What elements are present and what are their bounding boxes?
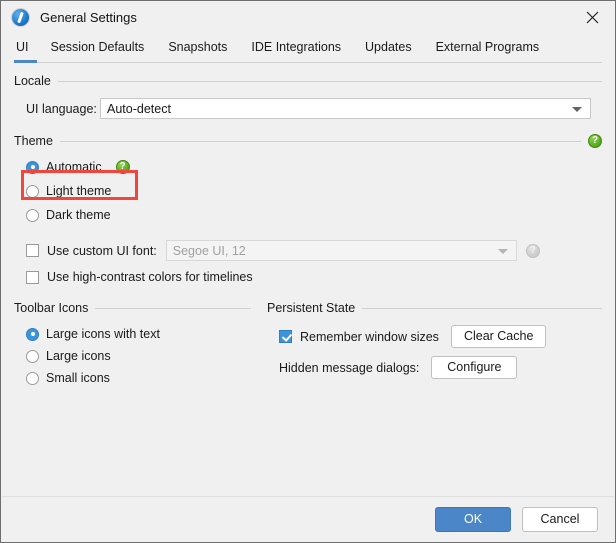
tab-snapshots[interactable]: Snapshots [156,34,239,63]
radio-indicator [26,327,39,341]
tab-ui[interactable]: UI [14,34,39,63]
radio-indicator [26,160,39,174]
custom-font-label: Use custom UI font: [47,243,157,258]
configure-button[interactable]: Configure [431,356,518,379]
tab-label: Snapshots [168,40,228,54]
radio-label: Small icons [46,371,110,385]
help-icon[interactable]: ? [115,160,130,174]
persistent-state-group-title: Persistent State [267,301,356,315]
checkbox-remember-window-sizes[interactable] [279,330,292,343]
radio-label: Large icons [46,349,111,363]
custom-font-value: Segoe UI, 12 [172,243,246,258]
locale-group: Locale UI language: Auto-detect [14,73,602,119]
help-icon[interactable]: ? [588,134,602,148]
chevron-down-icon [572,106,582,112]
radio-indicator [26,349,39,363]
theme-group-header: Theme ? [14,133,602,149]
radio-large-icons[interactable]: Large icons [26,345,251,367]
radio-theme-light[interactable]: Light theme [26,179,602,203]
radio-indicator [26,184,39,198]
toolbar-icons-group-header: Toolbar Icons [14,300,251,316]
radio-small-icons[interactable]: Small icons [26,367,251,389]
general-settings-dialog: General Settings UI Session Defaults Sna… [0,0,616,543]
group-divider [59,140,581,142]
toolbar-icons-group-title: Toolbar Icons [14,301,89,315]
checkbox-high-contrast-timelines[interactable] [26,270,39,284]
custom-font-select[interactable]: Segoe UI, 12 [165,240,517,261]
high-contrast-label: Use high-contrast colors for timelines [47,270,253,284]
app-icon [12,9,29,26]
window-title: General Settings [40,10,137,25]
tab-label: UI [16,40,29,54]
group-divider [362,307,602,309]
radio-label: Large icons with text [46,327,160,341]
help-icon: ? [525,243,540,258]
theme-options: Automatic ? Light theme Dark theme [14,155,602,227]
tab-label: External Programs [435,40,540,54]
custom-font-row: Use custom UI font: Segoe UI, 12 ? [14,240,602,261]
title-bar: General Settings [1,1,615,34]
locale-group-title: Locale [14,74,51,88]
dialog-footer: OK Cancel [2,496,614,541]
cancel-button[interactable]: Cancel [522,506,598,532]
close-button[interactable] [570,1,615,33]
group-divider [57,80,602,82]
tab-label: Updates [365,40,412,54]
theme-group: Theme ? Automatic ? Light theme Dark the… [14,133,602,284]
tab-bar: UI Session Defaults Snapshots IDE Integr… [1,34,615,63]
high-contrast-row[interactable]: Use high-contrast colors for timelines [14,270,602,284]
checkbox-use-custom-ui-font[interactable] [26,244,39,257]
radio-indicator [26,371,39,385]
radio-theme-dark[interactable]: Dark theme [26,203,602,227]
persistent-state-group: Persistent State Remember window sizes C… [267,300,602,389]
ui-language-value: Auto-detect [107,101,171,116]
radio-label: Automatic [46,160,102,174]
toolbar-icons-group: Toolbar Icons Large icons with text Larg… [14,300,251,389]
clear-cache-button[interactable]: Clear Cache [450,325,547,348]
chevron-down-icon [497,248,508,254]
settings-content: Locale UI language: Auto-detect Theme ? [1,73,615,389]
group-divider [95,307,251,309]
tab-session-defaults[interactable]: Session Defaults [39,34,157,63]
radio-theme-automatic[interactable]: Automatic ? [26,155,602,179]
radio-label: Dark theme [46,208,111,222]
remember-window-sizes-label: Remember window sizes [300,329,439,344]
locale-group-header: Locale [14,73,602,89]
tab-ide-integrations[interactable]: IDE Integrations [239,34,353,63]
ui-language-label: UI language: [26,101,97,116]
radio-large-icons-with-text[interactable]: Large icons with text [26,323,251,345]
tab-label: IDE Integrations [251,40,342,54]
radio-indicator [26,208,39,222]
theme-group-title: Theme [14,134,53,148]
ui-language-row: UI language: Auto-detect [14,98,602,119]
hidden-dialogs-label: Hidden message dialogs: [279,360,420,375]
tab-label: Session Defaults [50,40,145,54]
ok-button[interactable]: OK [435,506,511,532]
close-icon [586,11,599,23]
hidden-dialogs-row: Hidden message dialogs: Configure [267,356,602,379]
bottom-columns: Toolbar Icons Large icons with text Larg… [14,300,602,389]
tab-external-programs[interactable]: External Programs [424,34,552,63]
tab-updates[interactable]: Updates [353,34,424,63]
persistent-state-group-header: Persistent State [267,300,602,316]
toolbar-icons-options: Large icons with text Large icons Small … [14,323,251,389]
ui-language-select[interactable]: Auto-detect [100,98,591,119]
radio-label: Light theme [46,184,112,198]
remember-window-sizes-row: Remember window sizes Clear Cache [267,325,602,348]
